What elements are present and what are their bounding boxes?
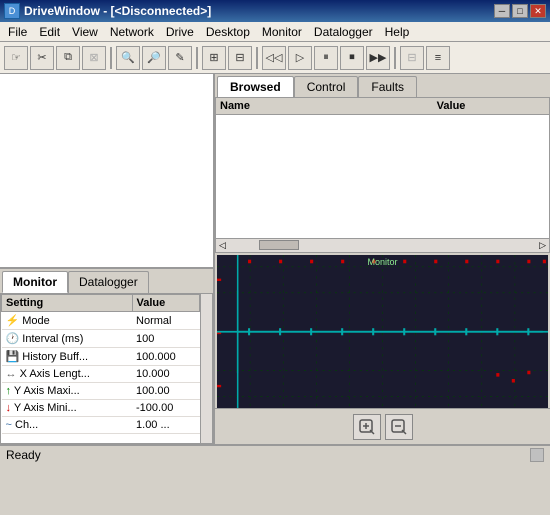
fastforward-button[interactable]: ▶▶: [366, 46, 390, 70]
copy-button[interactable]: ⧉: [56, 46, 80, 70]
browse-col-value: Value: [437, 100, 545, 112]
left-panel: Monitor Datalogger Setting Value: [0, 74, 215, 444]
bottom-toolbar: [215, 408, 550, 444]
window-title: DriveWindow - [<Disconnected>]: [24, 4, 211, 18]
monitor-tab-content: Setting Value ⚡ Mode Normal 🕐: [0, 293, 213, 444]
app-icon: D: [4, 3, 20, 19]
browse-body[interactable]: [216, 115, 549, 238]
menu-bar: File Edit View Network Drive Desktop Mon…: [0, 22, 550, 42]
settings-table: Setting Value ⚡ Mode Normal 🕐: [1, 294, 200, 434]
browse-header: Name Value: [216, 98, 549, 115]
browse-tab-row: Browsed Control Faults: [215, 74, 550, 97]
network-menu[interactable]: Network: [104, 23, 160, 41]
table-row[interactable]: ↔ X Axis Lengt... 10.000: [2, 366, 200, 383]
delete-button[interactable]: ⊠: [82, 46, 106, 70]
edit-menu[interactable]: Edit: [33, 23, 66, 41]
main-area: Monitor Datalogger Setting Value: [0, 74, 550, 444]
tree-area[interactable]: [0, 74, 213, 269]
col-value-header: Value: [132, 295, 199, 312]
help-menu[interactable]: Help: [379, 23, 416, 41]
hscroll-thumb[interactable]: [259, 240, 299, 250]
zoom-in-icon: [359, 419, 375, 435]
cut-button[interactable]: ✂: [30, 46, 54, 70]
zoom-out-icon: [391, 419, 407, 435]
browse-col-name: Name: [220, 100, 437, 112]
minus-button[interactable]: ⊟: [400, 46, 424, 70]
status-text: Ready: [6, 448, 41, 462]
remove-button[interactable]: ⊟: [228, 46, 252, 70]
chart-svg: [217, 255, 548, 409]
monitor-menu[interactable]: Monitor: [256, 23, 308, 41]
minimize-button[interactable]: ─: [494, 4, 510, 18]
tab-faults[interactable]: Faults: [358, 76, 417, 97]
monitor-section: Monitor Datalogger Setting Value: [0, 269, 213, 444]
chart-label: Monitor: [367, 257, 397, 267]
toolbar: ☞ ✂ ⧉ ⊠ 🔍 🔎 ✎ ⊞ ⊟ ◁◁ ▷ ⏸ ⏹ ▶▶ ⊟ ≡: [0, 42, 550, 74]
zoom-in-button[interactable]: [353, 414, 381, 440]
separator-1: [110, 47, 112, 69]
rewind-button[interactable]: ◁◁: [262, 46, 286, 70]
close-button[interactable]: ✕: [530, 4, 546, 18]
table-row[interactable]: ↓ Y Axis Mini... -100.00: [2, 400, 200, 417]
status-bar: Ready: [0, 444, 550, 464]
list-button[interactable]: ≡: [426, 46, 450, 70]
drive-menu[interactable]: Drive: [160, 23, 200, 41]
tab-datalogger[interactable]: Datalogger: [68, 271, 149, 293]
browse-content: Name Value ◁ ▷: [215, 97, 550, 253]
table-row[interactable]: 🕐 Interval (ms) 100: [2, 330, 200, 348]
file-menu[interactable]: File: [2, 23, 33, 41]
maximize-button[interactable]: □: [512, 4, 528, 18]
add-button[interactable]: ⊞: [202, 46, 226, 70]
right-panel: Browsed Control Faults Name Value ◁ ▷ Mo…: [215, 74, 550, 444]
chart-area: Monitor: [217, 255, 548, 409]
table-row[interactable]: ↑ Y Axis Maxi... 100.00: [2, 383, 200, 400]
table-row[interactable]: ~ Ch... 1.00 ...: [2, 417, 200, 434]
tab-monitor[interactable]: Monitor: [2, 271, 68, 293]
search-button[interactable]: 🔍: [116, 46, 140, 70]
status-indicator: [530, 448, 544, 462]
tab-browsed[interactable]: Browsed: [217, 76, 294, 97]
browse-hscrollbar[interactable]: ◁ ▷: [216, 238, 549, 252]
monitor-tab-row: Monitor Datalogger: [0, 269, 213, 293]
search2-button[interactable]: 🔎: [142, 46, 166, 70]
stop-button[interactable]: ⏹: [340, 46, 364, 70]
separator-4: [394, 47, 396, 69]
desktop-menu[interactable]: Desktop: [200, 23, 256, 41]
table-row[interactable]: 💾 History Buff... 100.000: [2, 348, 200, 366]
edit-button[interactable]: ✎: [168, 46, 192, 70]
hscroll-right[interactable]: ▷: [536, 240, 549, 251]
table-row[interactable]: ⚡ Mode Normal: [2, 312, 200, 330]
view-menu[interactable]: View: [66, 23, 104, 41]
col-setting: Setting: [2, 295, 133, 312]
title-bar: D DriveWindow - [<Disconnected>] ─ □ ✕: [0, 0, 550, 22]
zoom-out-button[interactable]: [385, 414, 413, 440]
datalogger-menu[interactable]: Datalogger: [308, 23, 379, 41]
pause-button[interactable]: ⏸: [314, 46, 338, 70]
play-button[interactable]: ▷: [288, 46, 312, 70]
new-button[interactable]: ☞: [4, 46, 28, 70]
separator-3: [256, 47, 258, 69]
hscroll-left[interactable]: ◁: [216, 240, 229, 251]
settings-scrollbar[interactable]: [200, 294, 212, 443]
separator-2: [196, 47, 198, 69]
tab-control[interactable]: Control: [294, 76, 359, 97]
